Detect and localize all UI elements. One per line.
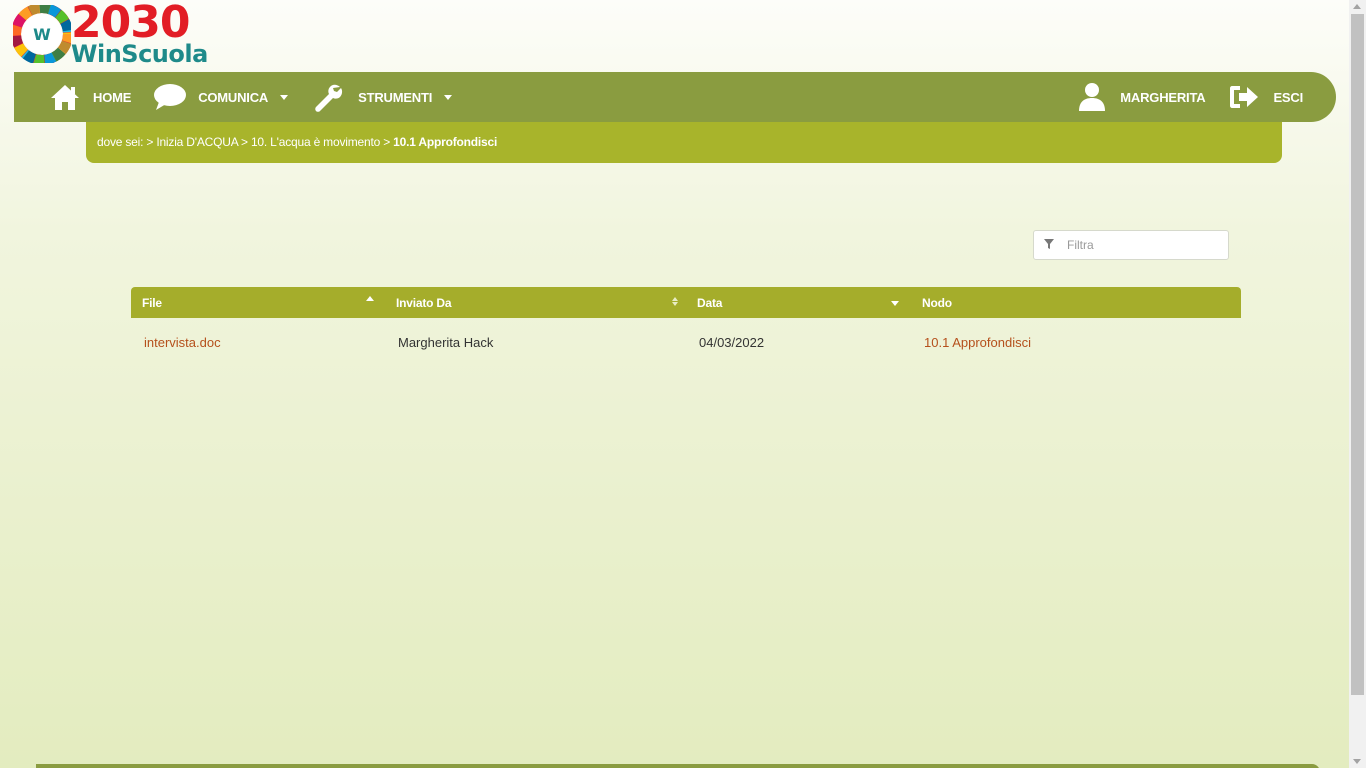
speech-bubble-icon — [153, 82, 187, 112]
filter-icon — [1044, 236, 1054, 254]
main-navbar: HOME COMUNICA STRUMENTI MARGHERITA ESCI — [14, 72, 1336, 122]
logo-wheel-letter: W — [33, 25, 51, 44]
user-icon — [1077, 82, 1107, 112]
logout-icon — [1229, 82, 1259, 112]
scroll-down-arrow-icon[interactable] — [1353, 759, 1361, 764]
column-header-date[interactable]: Data — [686, 287, 911, 318]
chevron-down-icon — [444, 94, 453, 100]
scroll-up-arrow-icon[interactable] — [1353, 4, 1361, 9]
column-header-sender[interactable]: Inviato Da — [385, 287, 686, 318]
logo-brand: WinScuola — [71, 40, 208, 68]
scrollbar-thumb[interactable] — [1351, 14, 1364, 695]
sdg-wheel-icon: W — [13, 5, 71, 63]
breadcrumb-current: 10.1 Approfondisci — [393, 135, 498, 149]
nav-strumenti[interactable]: STRUMENTI — [313, 72, 453, 122]
date-cell: 04/03/2022 — [699, 335, 765, 350]
wrench-icon — [313, 82, 343, 112]
files-table: File Inviato Da Data Nodo intervista.doc… — [131, 287, 1241, 367]
nav-home-label: HOME — [93, 89, 132, 105]
nav-logout[interactable]: ESCI — [1229, 72, 1303, 122]
page-scrollbar[interactable] — [1349, 0, 1366, 768]
chevron-down-icon — [280, 94, 289, 100]
filter-box[interactable] — [1033, 230, 1229, 260]
nav-home[interactable]: HOME — [50, 72, 131, 122]
nav-comunica-label: COMUNICA — [198, 89, 269, 105]
file-link[interactable]: intervista.doc — [131, 335, 385, 350]
table-row: intervista.doc Margherita Hack 04/03/202… — [131, 318, 1241, 367]
node-link[interactable]: 10.1 Approfondisci — [911, 335, 1241, 350]
nav-user-label: MARGHERITA — [1120, 89, 1206, 105]
winscuola-logo[interactable]: W 2030 WinScuola — [13, 0, 208, 68]
filter-input[interactable] — [1067, 238, 1217, 252]
column-header-node[interactable]: Nodo — [911, 287, 1241, 318]
table-header: File Inviato Da Data Nodo — [131, 287, 1241, 318]
nav-user[interactable]: MARGHERITA — [1077, 72, 1206, 122]
breadcrumb: dove sei: > Inizia D'ACQUA > 10. L'acqua… — [86, 122, 1282, 163]
nav-logout-label: ESCI — [1273, 89, 1303, 105]
sender-cell: Margherita Hack — [398, 335, 494, 350]
nav-strumenti-label: STRUMENTI — [358, 89, 433, 105]
sort-both-icon — [672, 297, 678, 306]
nav-comunica[interactable]: COMUNICA — [153, 72, 289, 122]
breadcrumb-item[interactable]: 10. L'acqua è movimento — [251, 135, 380, 149]
column-header-file[interactable]: File — [131, 287, 385, 318]
breadcrumb-prefix: dove sei: — [97, 135, 144, 149]
sort-asc-icon — [366, 296, 374, 301]
sort-desc-icon — [891, 301, 899, 306]
home-icon — [50, 82, 80, 112]
breadcrumb-item[interactable]: Inizia D'ACQUA — [156, 135, 238, 149]
footer-bar — [36, 764, 1320, 768]
